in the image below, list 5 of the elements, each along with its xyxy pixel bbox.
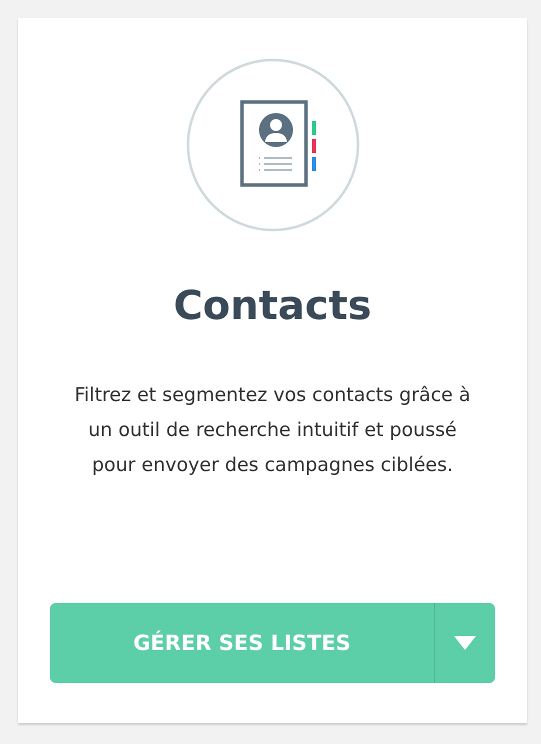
card-description: Filtrez et segmentez vos contacts grâce à un outil de recherche intuitif et poussé pour envoyer des campagnes ciblées. [73, 383, 472, 478]
contact-book-icon [186, 58, 360, 232]
caret-icon [454, 636, 476, 650]
card-title: Contacts [173, 282, 372, 330]
dropdown-button[interactable] [434, 603, 495, 683]
